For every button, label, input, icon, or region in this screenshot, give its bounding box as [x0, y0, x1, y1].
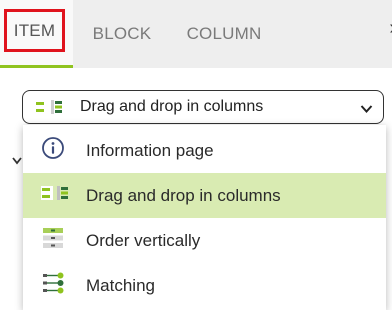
tab-column-label: COLUMN	[186, 24, 262, 43]
matching-icon	[41, 272, 65, 299]
columns-icon	[35, 100, 63, 119]
tab-block-label: BLOCK	[92, 24, 152, 43]
item-type-select[interactable]: Drag and drop in columns	[22, 90, 384, 124]
tab-bar: ITEM BLOCK COLUMN ›	[0, 0, 392, 68]
collapsed-chevron-icon[interactable]	[12, 150, 22, 171]
chevron-down-icon	[360, 101, 373, 119]
item-type-dropdown: Information page Drag and drop in column…	[23, 125, 386, 310]
option-information-page[interactable]: Information page	[23, 128, 386, 173]
tab-item[interactable]: ITEM	[0, 0, 73, 68]
option-drag-and-drop-in-columns[interactable]: Drag and drop in columns	[23, 173, 386, 218]
option-order-vertically[interactable]: Order vertically	[23, 218, 386, 263]
columns-icon	[41, 186, 69, 205]
option-matching[interactable]: Matching	[23, 263, 386, 308]
tab-item-highlight-box: ITEM	[4, 9, 65, 52]
option-label: Drag and drop in columns	[86, 185, 281, 205]
option-label: Matching	[86, 275, 155, 295]
tab-item-label: ITEM	[13, 20, 56, 40]
select-value: Drag and drop in columns	[80, 98, 264, 115]
option-label: Order vertically	[86, 230, 201, 250]
order-list-icon	[41, 227, 65, 254]
option-label: Information page	[86, 140, 214, 160]
tab-block[interactable]: BLOCK	[86, 0, 158, 68]
info-circle-icon	[41, 136, 65, 165]
tab-column[interactable]: COLUMN	[178, 0, 270, 68]
